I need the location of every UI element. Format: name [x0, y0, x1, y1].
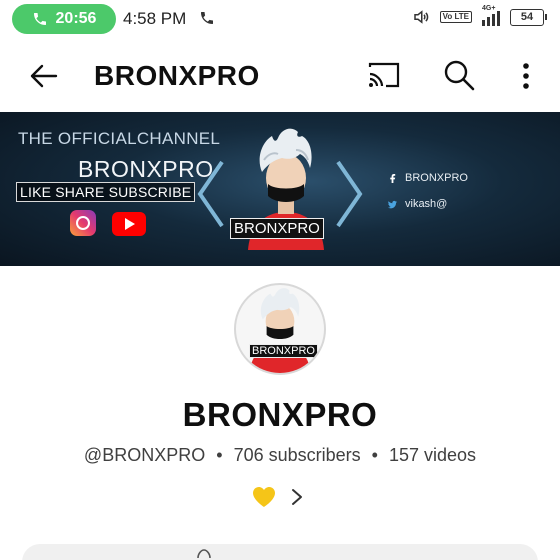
yellow-heart-icon — [253, 487, 275, 507]
cast-icon[interactable] — [366, 60, 402, 90]
chevron-left-icon — [197, 160, 224, 228]
volume-icon — [413, 10, 428, 24]
bell-icon — [197, 549, 211, 558]
channel-meta: @BRONXPRO • 706 subscribers • 157 videos — [0, 445, 560, 466]
subscriber-count: 706 subscribers — [233, 445, 361, 465]
page-title: BRONXPRO — [94, 60, 260, 91]
volte-badge: Vo LTE — [439, 11, 472, 23]
call-status-icon — [201, 12, 213, 24]
channel-avatar[interactable]: BRONXPRO — [234, 283, 326, 375]
ongoing-call-pill[interactable]: 20:56 — [12, 4, 116, 34]
phone-icon — [33, 13, 46, 25]
channel-name: BRONXPRO — [182, 396, 378, 433]
network-type: 4G+ — [482, 5, 496, 12]
channel-more-info[interactable] — [252, 486, 304, 508]
more-vert-icon[interactable] — [514, 60, 538, 92]
banner-twitter: vikash@ — [388, 198, 447, 210]
instagram-icon — [70, 210, 96, 236]
twitter-handle: vikash@ — [405, 198, 448, 210]
chevron-right-icon — [292, 489, 302, 505]
video-count: 157 videos — [388, 445, 477, 465]
call-timer: 20:56 — [55, 10, 97, 27]
facebook-icon — [390, 173, 396, 183]
app-bar: BRONXPRO — [0, 48, 560, 104]
banner-facebook: BRONXPRO — [388, 172, 468, 184]
banner-channel-name: BRONXPRO — [78, 156, 214, 182]
clock: 4:58 PM — [123, 9, 187, 28]
status-bar: 20:56 4:58 PM Vo LTE 4G+ 54 — [0, 0, 560, 38]
subscribe-bar[interactable] — [22, 544, 538, 560]
banner-tagline: LIKE SHARE SUBSCRIBE — [16, 182, 196, 202]
youtube-icon — [112, 212, 146, 236]
channel-banner: THE OFFICIALCHANNEL BRONXPRO LIKE SHARE … — [0, 112, 560, 266]
channel-avatar-tag: BRONXPRO — [249, 344, 318, 358]
channel-avatar-illustration — [249, 288, 311, 373]
meta-separator: • — [216, 445, 223, 465]
twitter-icon — [388, 200, 397, 208]
battery-icon: 54 — [510, 8, 547, 26]
search-icon[interactable] — [442, 58, 476, 92]
meta-separator: • — [371, 445, 378, 465]
signal-icon: 4G+ — [482, 5, 500, 26]
chevron-right-icon — [336, 160, 363, 228]
channel-handle: @BRONXPRO — [83, 445, 206, 465]
back-arrow-icon[interactable] — [26, 58, 62, 94]
banner-avatar-tag: BRONXPRO — [230, 218, 324, 239]
facebook-handle: BRONXPRO — [405, 172, 468, 184]
banner-official-text: THE OFFICIALCHANNEL — [18, 129, 221, 148]
